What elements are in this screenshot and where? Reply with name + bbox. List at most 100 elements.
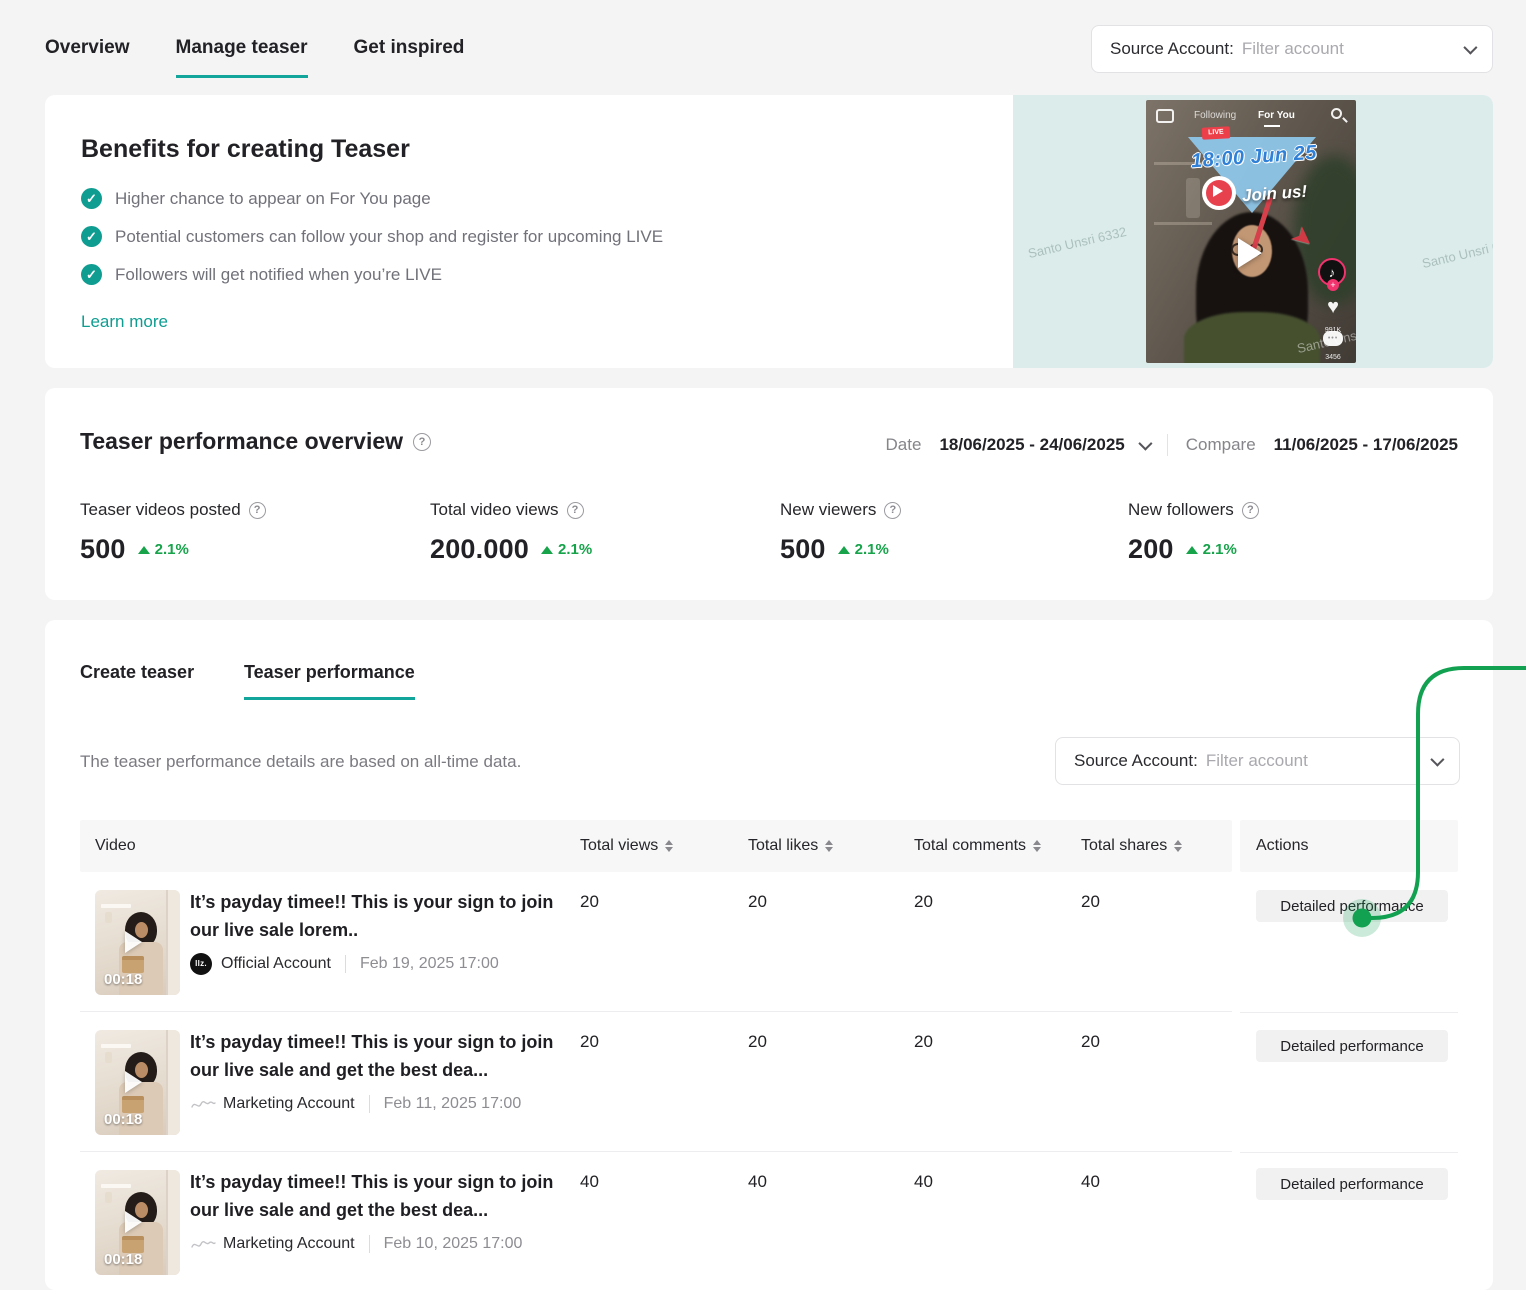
metric-label: Teaser videos posted bbox=[80, 500, 241, 519]
official-account-avatar: llz. bbox=[190, 953, 212, 975]
performance-overview-card: Teaser performance overview Date 18/06/2… bbox=[45, 388, 1493, 600]
play-icon bbox=[125, 1071, 142, 1093]
video-duration: 00:18 bbox=[104, 1111, 143, 1128]
cell-total-views: 20 bbox=[580, 892, 599, 911]
tab-teaser-performance[interactable]: Teaser performance bbox=[244, 662, 415, 700]
live-badge: LIVE bbox=[1201, 126, 1231, 140]
video-duration: 00:18 bbox=[104, 971, 143, 988]
video-title[interactable]: It’s payday timee!! This is your sign to… bbox=[190, 1168, 562, 1224]
cell-total-shares: 20 bbox=[1081, 1032, 1100, 1051]
chevron-down-icon bbox=[1463, 40, 1478, 55]
help-icon[interactable] bbox=[413, 432, 432, 451]
learn-more-link[interactable]: Learn more bbox=[81, 312, 168, 332]
source-account-dropdown-table[interactable]: Source Account: Filter account bbox=[1055, 737, 1460, 785]
help-icon[interactable] bbox=[884, 501, 902, 519]
search-icon bbox=[1331, 108, 1342, 119]
column-total-likes: Total likes bbox=[748, 820, 834, 872]
all-time-data-note: The teaser performance details are based… bbox=[80, 752, 522, 771]
tab-get-inspired[interactable]: Get inspired bbox=[354, 25, 465, 78]
date-range-value[interactable]: 18/06/2025 - 24/06/2025 bbox=[939, 435, 1124, 455]
sort-icon[interactable] bbox=[1033, 840, 1042, 852]
compare-range-value[interactable]: 11/06/2025 - 17/06/2025 bbox=[1274, 435, 1458, 455]
following-tab: Following bbox=[1194, 110, 1237, 121]
signature-icon bbox=[191, 1101, 216, 1108]
metric-new-followers: New followers 200 2.1% bbox=[1128, 500, 1259, 565]
metric-value: 500 bbox=[780, 534, 826, 564]
teaser-preview-media: Santo Unsri 6332 Santo Unsri 6332 Follow… bbox=[1013, 95, 1493, 368]
video-title[interactable]: It’s payday timee!! This is your sign to… bbox=[190, 888, 562, 944]
live-tv-icon bbox=[1156, 109, 1174, 123]
detailed-performance-button[interactable]: Detailed performance bbox=[1256, 890, 1448, 922]
video-thumbnail[interactable]: 00:18 bbox=[95, 890, 180, 995]
account-row: Marketing Account Feb 11, 2025 17:00 bbox=[190, 1092, 521, 1116]
account-name: Marketing Account bbox=[223, 1235, 355, 1252]
cell-total-shares: 20 bbox=[1081, 892, 1100, 911]
tab-manage-teaser[interactable]: Manage teaser bbox=[175, 25, 308, 78]
metric-label: New followers bbox=[1128, 500, 1234, 519]
account-row: Marketing Account Feb 10, 2025 17:00 bbox=[190, 1232, 522, 1256]
watermark-text: Santo Unsri 6332 bbox=[1026, 223, 1128, 262]
watermark-text: Santo Unsri 6332 bbox=[1420, 233, 1493, 272]
video-title[interactable]: It’s payday timee!! This is your sign to… bbox=[190, 1028, 562, 1084]
source-account-label: Source Account: bbox=[1074, 751, 1198, 770]
metric-teaser-videos-posted: Teaser videos posted 500 2.1% bbox=[80, 500, 266, 565]
help-icon[interactable] bbox=[566, 501, 584, 519]
metric-value: 500 bbox=[80, 534, 126, 564]
teaser-table-card: Create teaser Teaser performance The tea… bbox=[45, 620, 1493, 1290]
account-name: Marketing Account bbox=[223, 1095, 355, 1112]
column-actions: Actions bbox=[1256, 837, 1309, 854]
column-total-views: Total views bbox=[580, 820, 674, 872]
detailed-performance-button[interactable]: Detailed performance bbox=[1256, 1168, 1448, 1200]
table-row: 00:18 It’s payday timee!! This is your s… bbox=[80, 1152, 1232, 1290]
help-icon[interactable] bbox=[1241, 501, 1259, 519]
column-video: Video bbox=[95, 837, 136, 854]
account-row: llz. Official Account Feb 19, 2025 17:00 bbox=[190, 952, 499, 976]
sort-icon[interactable] bbox=[665, 840, 674, 852]
chevron-down-icon[interactable] bbox=[1138, 436, 1153, 451]
up-arrow-icon bbox=[837, 545, 850, 554]
benefit-text: Potential customers can follow your shop… bbox=[115, 226, 664, 246]
help-icon[interactable] bbox=[248, 501, 266, 519]
detailed-performance-button[interactable]: Detailed performance bbox=[1256, 1030, 1448, 1062]
source-account-placeholder: Filter account bbox=[1241, 39, 1344, 58]
benefit-text: Followers will get notified when you’re … bbox=[115, 264, 442, 284]
metric-delta: 2.1% bbox=[1185, 541, 1237, 558]
signature-icon bbox=[191, 1241, 216, 1248]
tab-create-teaser[interactable]: Create teaser bbox=[80, 662, 194, 700]
cell-total-comments: 20 bbox=[914, 1032, 933, 1051]
table-row: 00:18 It’s payday timee!! This is your s… bbox=[80, 1012, 1232, 1152]
video-duration: 00:18 bbox=[104, 1251, 143, 1268]
metric-new-viewers: New viewers 500 2.1% bbox=[780, 500, 902, 565]
metric-value: 200 bbox=[1128, 534, 1174, 564]
metric-delta: 2.1% bbox=[541, 541, 592, 558]
teaser-video-preview[interactable]: Following For You LIVE 18:00 Jun 25 Join… bbox=[1146, 100, 1356, 363]
metric-value: 200.000 bbox=[430, 534, 529, 564]
post-date: Feb 10, 2025 17:00 bbox=[368, 1235, 522, 1253]
divider bbox=[1166, 434, 1168, 456]
check-icon bbox=[81, 264, 102, 285]
cell-total-views: 40 bbox=[580, 1172, 599, 1191]
play-icon bbox=[125, 1211, 142, 1233]
date-label: Date bbox=[885, 435, 922, 454]
up-arrow-icon bbox=[541, 545, 553, 554]
top-navigation: Overview Manage teaser Get inspired Sour… bbox=[45, 25, 1493, 81]
tab-overview[interactable]: Overview bbox=[45, 25, 130, 78]
source-account-label: Source Account: bbox=[1110, 39, 1234, 58]
benefit-text: Higher chance to appear on For You page bbox=[115, 188, 431, 208]
play-icon bbox=[1238, 238, 1262, 268]
post-date: Feb 19, 2025 17:00 bbox=[344, 955, 499, 973]
table-header-actions: Actions bbox=[1240, 820, 1458, 872]
play-icon bbox=[125, 931, 142, 953]
metric-total-video-views: Total video views 200.000 2.1% bbox=[430, 500, 592, 565]
sort-icon[interactable] bbox=[1174, 840, 1183, 852]
up-arrow-icon bbox=[1185, 545, 1198, 554]
video-thumbnail[interactable]: 00:18 bbox=[95, 1030, 180, 1135]
benefits-card: Benefits for creating Teaser Higher chan… bbox=[45, 95, 1493, 368]
source-account-dropdown-top[interactable]: Source Account: Filter account bbox=[1091, 25, 1493, 73]
sort-icon[interactable] bbox=[825, 840, 834, 852]
video-thumbnail[interactable]: 00:18 bbox=[95, 1170, 180, 1275]
cell-total-likes: 40 bbox=[748, 1172, 767, 1191]
source-account-placeholder: Filter account bbox=[1205, 751, 1308, 770]
actions-column: Detailed performance Detailed performanc… bbox=[1240, 872, 1458, 1290]
tiktok-avatar-icon bbox=[1318, 258, 1346, 291]
